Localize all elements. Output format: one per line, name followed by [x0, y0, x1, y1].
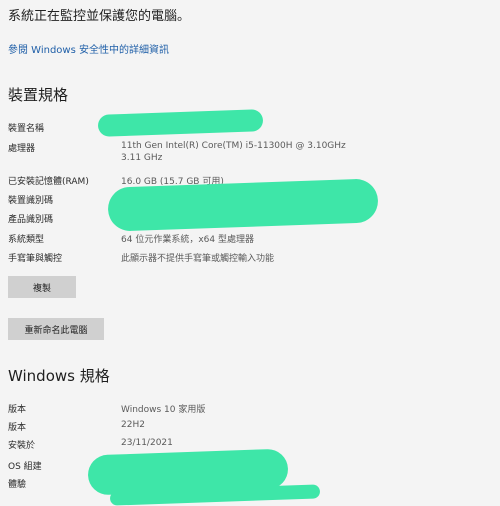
- os-build-label: OS 組建: [8, 462, 42, 472]
- windows-specs-heading: Windows 規格: [8, 367, 110, 385]
- device-id-redaction: [107, 178, 379, 232]
- version-label: 版本: [8, 423, 27, 433]
- device-name-redaction: [97, 109, 264, 137]
- pen-touch-label: 手寫筆與觸控: [8, 254, 63, 264]
- installed-on-value: 23/11/2021: [121, 438, 173, 448]
- installed-on-label: 安裝於: [8, 441, 36, 451]
- protection-status-text: 系統正在監控並保護您的電腦。: [8, 9, 191, 24]
- system-type-label: 系統類型: [8, 235, 45, 245]
- processor-label: 處理器: [8, 144, 36, 154]
- device-name-label: 裝置名稱: [8, 124, 45, 134]
- edition-label: 版本: [8, 405, 27, 415]
- rename-pc-button[interactable]: 重新命名此電腦: [8, 318, 104, 340]
- processor-speed-value: 3.11 GHz: [121, 153, 163, 163]
- device-id-label: 裝置識別碼: [8, 196, 54, 206]
- copy-button[interactable]: 複製: [8, 276, 76, 298]
- experience-label: 體驗: [8, 480, 27, 490]
- device-specs-heading: 裝置規格: [8, 86, 69, 104]
- system-type-value: 64 位元作業系統，x64 型處理器: [121, 235, 254, 245]
- ram-label: 已安裝記憶體(RAM): [8, 177, 89, 187]
- processor-value: 11th Gen Intel(R) Core(TM) i5-11300H @ 3…: [121, 141, 346, 151]
- product-id-label: 產品識別碼: [8, 215, 54, 225]
- edition-value: Windows 10 家用版: [121, 405, 206, 415]
- security-details-link[interactable]: 參閱 Windows 安全性中的詳細資訊: [8, 41, 169, 56]
- version-value: 22H2: [121, 420, 145, 430]
- pen-touch-value: 此顯示器不提供手寫筆或觸控輸入功能: [121, 254, 275, 264]
